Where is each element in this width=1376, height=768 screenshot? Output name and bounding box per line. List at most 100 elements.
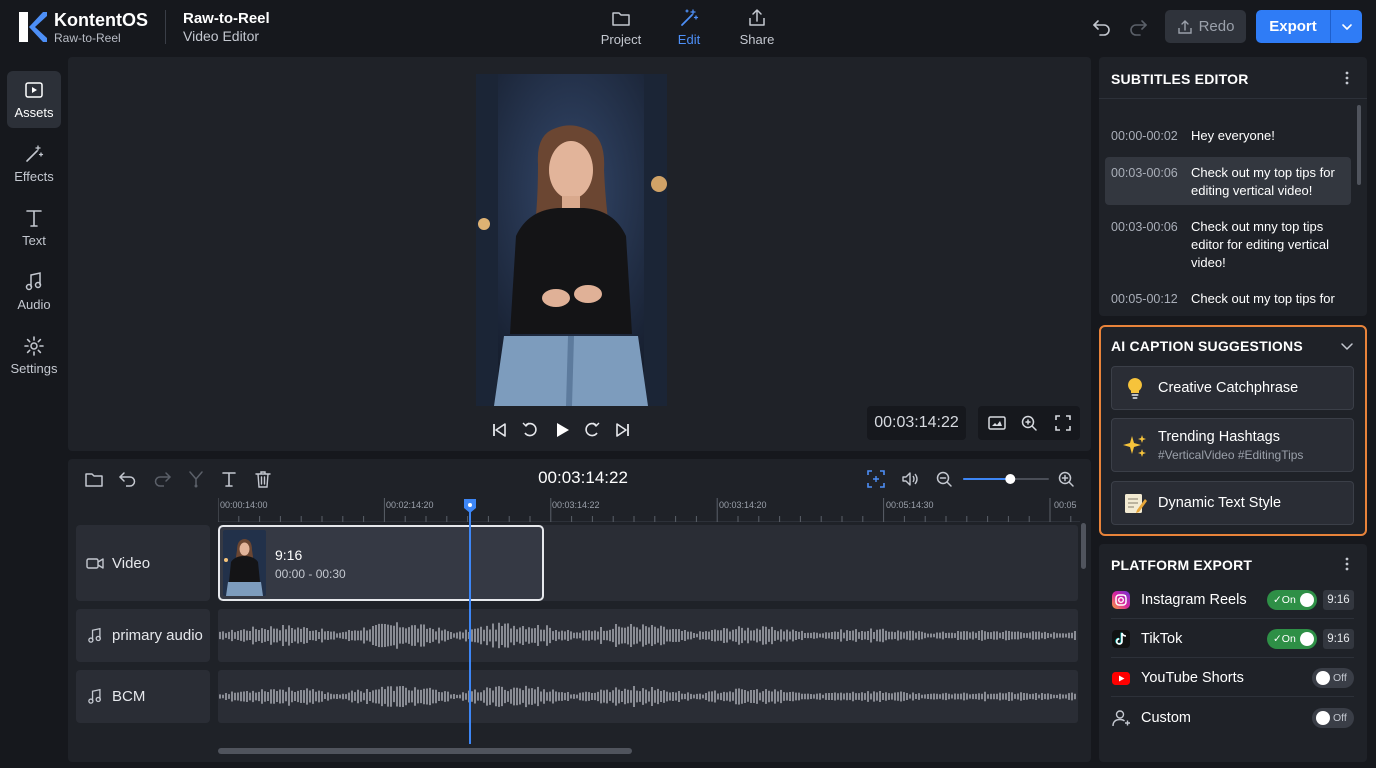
playhead-handle[interactable] bbox=[464, 499, 476, 513]
timeline-zoom-slider[interactable] bbox=[963, 471, 1049, 487]
text-t-icon[interactable] bbox=[219, 469, 239, 489]
fast-forward-icon[interactable] bbox=[582, 420, 602, 440]
subtitle-time: 00:03-00:06 bbox=[1111, 220, 1178, 234]
playhead-line[interactable] bbox=[469, 499, 471, 744]
subtitle-text[interactable]: Hey everyone! bbox=[1191, 127, 1347, 145]
toggle-knob bbox=[1300, 593, 1314, 607]
split-clip-icon[interactable] bbox=[186, 469, 206, 489]
track-label-bcm[interactable]: BCM bbox=[76, 670, 210, 723]
nav-assets[interactable]: Assets bbox=[7, 71, 61, 128]
sparkles-icon bbox=[1123, 435, 1146, 457]
preview-view-tools bbox=[978, 406, 1080, 440]
volume-icon[interactable] bbox=[900, 469, 920, 489]
subtitle-row[interactable]: 00:00-00:02 Hey everyone! bbox=[1105, 127, 1351, 147]
lightbulb-icon bbox=[1128, 378, 1142, 399]
skip-back-icon[interactable] bbox=[489, 420, 509, 440]
clip-range: 00:00 - 00:30 bbox=[275, 567, 346, 581]
timeline-vertical-scrollbar[interactable] bbox=[1081, 523, 1086, 569]
rewind-icon[interactable] bbox=[520, 420, 540, 440]
zoom-in-icon[interactable] bbox=[1056, 469, 1076, 489]
subtitle-text[interactable]: Check out my top tips for editing vertic… bbox=[1191, 164, 1347, 200]
video-camera-icon bbox=[86, 558, 104, 569]
subtitles-scrollbar[interactable] bbox=[1357, 105, 1361, 185]
tab-edit[interactable]: Edit bbox=[654, 8, 724, 50]
chevron-down-icon[interactable] bbox=[1339, 19, 1355, 35]
suggestion-creative-catchphrase[interactable]: Creative Catchphrase bbox=[1111, 366, 1354, 410]
track-label-primary-audio[interactable]: primary audio bbox=[76, 609, 210, 662]
suggestion-dynamic-text-style[interactable]: Dynamic Text Style bbox=[1111, 481, 1354, 525]
subtitle-row[interactable]: 00:03-00:06 Check out mny top tips edito… bbox=[1105, 218, 1351, 274]
video-preview-panel: 00:03:14:22 bbox=[68, 57, 1091, 451]
subtitle-row-selected[interactable]: 00:03-00:06 Check out my top tips for ed… bbox=[1105, 157, 1351, 205]
skip-forward-icon[interactable] bbox=[613, 420, 633, 440]
gear-icon bbox=[24, 336, 44, 356]
redo-button-label: Redo bbox=[1198, 18, 1235, 35]
subtitle-text[interactable]: Check out mny top tips editor for editin… bbox=[1191, 218, 1347, 272]
chevron-down-icon[interactable] bbox=[1339, 338, 1355, 354]
platform-name: TikTok bbox=[1141, 631, 1183, 647]
trash-icon[interactable] bbox=[253, 469, 273, 489]
platform-name: Instagram Reels bbox=[1141, 592, 1247, 608]
notepad-pencil-icon bbox=[1125, 494, 1147, 513]
export-button[interactable]: Export bbox=[1256, 10, 1362, 43]
tiktok-toggle[interactable]: ✓On bbox=[1267, 629, 1317, 649]
music-note-icon bbox=[88, 688, 101, 704]
wand-sparkle-icon bbox=[26, 145, 44, 162]
upload-icon bbox=[1177, 19, 1192, 34]
redo-icon[interactable] bbox=[152, 469, 172, 489]
safe-area-icon[interactable] bbox=[987, 413, 1007, 433]
timeline-ruler[interactable]: 00:00:14:00 00:02:14:20 00:03:14:22 00:0… bbox=[218, 498, 1080, 522]
primary-audio-track-lane[interactable] bbox=[218, 609, 1078, 662]
subtitle-time: 00:03-00:06 bbox=[1111, 166, 1178, 180]
clip-title: 9:16 bbox=[275, 547, 303, 563]
nav-audio[interactable]: Audio bbox=[7, 263, 61, 320]
nav-text-label: Text bbox=[22, 233, 46, 248]
youtube-shorts-toggle[interactable]: Off bbox=[1312, 668, 1354, 688]
custom-toggle[interactable]: Off bbox=[1312, 708, 1354, 728]
aspect-ratio-badge[interactable]: 9:16 bbox=[1323, 629, 1354, 649]
fit-to-screen-icon[interactable] bbox=[866, 469, 886, 489]
nav-text[interactable]: Text bbox=[7, 199, 61, 256]
timeline-panel: 00:03:14:22 00:00:14:00 00:02:14:20 00:0… bbox=[68, 459, 1091, 762]
folder-icon[interactable] bbox=[84, 469, 104, 489]
play-box-icon bbox=[25, 82, 43, 98]
undo-icon[interactable] bbox=[1091, 16, 1113, 38]
bcm-track-lane[interactable] bbox=[218, 670, 1078, 723]
undo-icon[interactable] bbox=[118, 469, 138, 489]
nav-assets-label: Assets bbox=[14, 105, 54, 120]
timeline-horizontal-scrollbar[interactable] bbox=[218, 748, 632, 754]
redo-icon[interactable] bbox=[1127, 16, 1149, 38]
more-vertical-icon[interactable] bbox=[1339, 556, 1355, 572]
zoom-out-icon[interactable] bbox=[934, 469, 954, 489]
text-t-icon bbox=[26, 210, 42, 227]
ai-caption-suggestions-panel: AI CAPTION SUGGESTIONS Creative Catchphr… bbox=[1099, 325, 1367, 536]
nav-effects[interactable]: Effects bbox=[7, 135, 61, 192]
video-preview-frame[interactable] bbox=[476, 74, 667, 406]
nav-settings[interactable]: Settings bbox=[7, 327, 61, 384]
suggestion-trending-hashtags[interactable]: Trending Hashtags #VerticalVideo #Editin… bbox=[1111, 418, 1354, 472]
tab-share[interactable]: Share bbox=[722, 8, 792, 50]
track-label-primary-audio-text: primary audio bbox=[112, 627, 203, 644]
redo-button[interactable]: Redo bbox=[1165, 10, 1246, 43]
tab-project[interactable]: Project bbox=[586, 8, 656, 50]
export-button-label: Export bbox=[1269, 18, 1317, 35]
track-label-video[interactable]: Video bbox=[76, 525, 210, 601]
play-icon[interactable] bbox=[552, 420, 572, 440]
fullscreen-icon[interactable] bbox=[1053, 413, 1073, 433]
video-clip[interactable]: 9:16 00:00 - 00:30 bbox=[218, 525, 544, 601]
zoom-in-preview-icon[interactable] bbox=[1019, 413, 1039, 433]
timeline-timecode: 00:03:14:22 bbox=[538, 468, 628, 487]
ruler-label: 00:03:14:22 bbox=[552, 500, 600, 510]
youtube-icon bbox=[1112, 672, 1130, 685]
ai-caption-title: AI CAPTION SUGGESTIONS bbox=[1111, 338, 1303, 354]
subtitle-text[interactable]: Check out my top tips for bbox=[1191, 290, 1347, 308]
suggestion-label: Dynamic Text Style bbox=[1158, 495, 1282, 511]
zoom-slider-handle[interactable] bbox=[1005, 474, 1016, 484]
aspect-ratio-badge[interactable]: 9:16 bbox=[1323, 590, 1354, 610]
project-title: Raw-to-Reel bbox=[183, 10, 270, 27]
instagram-icon bbox=[1112, 591, 1130, 609]
instagram-reels-toggle[interactable]: ✓On bbox=[1267, 590, 1317, 610]
ruler-ticks bbox=[218, 498, 1072, 522]
subtitle-row[interactable]: 00:05-00:12 Check out my top tips for bbox=[1105, 290, 1351, 310]
more-vertical-icon[interactable] bbox=[1339, 70, 1355, 86]
